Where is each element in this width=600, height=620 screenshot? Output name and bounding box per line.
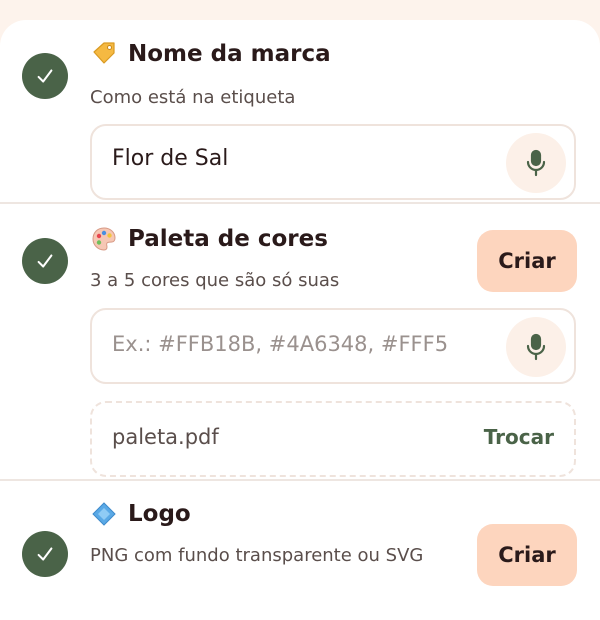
microphone-icon [526,149,546,177]
palette-file-attachment: paleta.pdf Trocar [90,401,576,477]
palette-icon [90,225,118,253]
section-title: Paleta de cores [90,225,328,253]
brand-name-value[interactable]: Flor de Sal [112,146,228,171]
create-palette-button[interactable]: Criar [477,230,577,292]
replace-file-button[interactable]: Trocar [484,425,554,449]
tag-icon [90,40,118,68]
diamond-icon [90,500,118,528]
section-subtitle: PNG com fundo transparente ou SVG [90,545,424,566]
section-divider [0,479,600,481]
section-subtitle: 3 a 5 cores que são só suas [90,270,340,291]
microphone-icon [526,333,546,361]
section-title: Logo [90,500,191,528]
create-logo-button[interactable]: Criar [477,524,577,586]
microphone-button[interactable] [506,317,566,377]
section-subtitle: Como está na etiqueta [90,87,296,108]
check-icon [22,531,68,577]
microphone-button[interactable] [506,133,566,193]
palette-input[interactable]: Ex.: #FFB18B, #4A6348, #FFF5 [90,308,576,384]
check-icon [22,53,68,99]
palette-input-placeholder[interactable]: Ex.: #FFB18B, #4A6348, #FFF5 [112,332,448,356]
brand-name-input[interactable]: Flor de Sal [90,124,576,200]
check-icon [22,238,68,284]
section-divider [0,202,600,204]
section-title: Nome da marca [90,40,331,68]
file-name: paleta.pdf [112,425,219,449]
